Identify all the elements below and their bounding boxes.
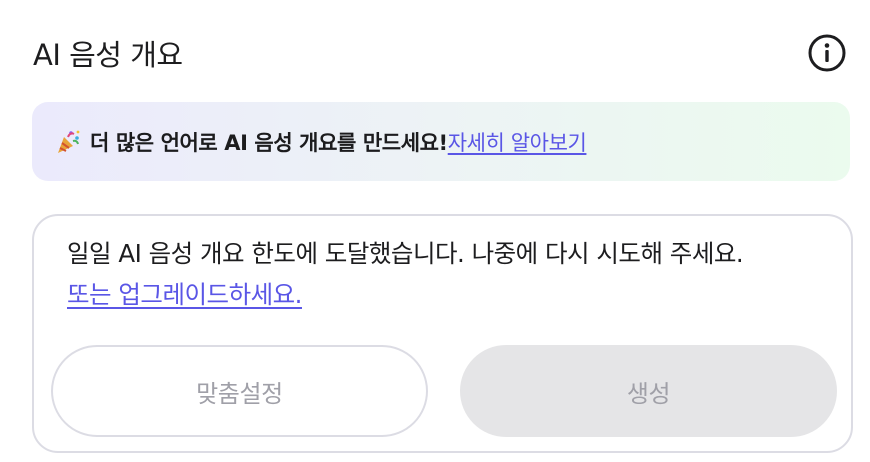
limit-message: 일일 AI 음성 개요 한도에 도달했습니다. 나중에 다시 시도해 주세요. xyxy=(67,239,744,268)
info-circle-icon xyxy=(808,34,846,72)
learn-more-link[interactable]: 자세히 알아보기 xyxy=(448,127,587,157)
party-popper-icon xyxy=(54,128,82,156)
customize-button[interactable]: 맞춤설정 xyxy=(51,345,428,437)
panel-header: AI 음성 개요 xyxy=(33,26,847,80)
limit-card: 일일 AI 음성 개요 한도에 도달했습니다. 나중에 다시 시도해 주세요. … xyxy=(32,214,853,453)
promo-banner: 더 많은 언어로 AI 음성 개요를 만드세요! 자세히 알아보기 xyxy=(32,102,850,181)
limit-message-block: 일일 AI 음성 개요 한도에 도달했습니다. 나중에 다시 시도해 주세요. … xyxy=(67,233,837,315)
banner-text: 더 많은 언어로 AI 음성 개요를 만드세요! xyxy=(90,130,448,155)
info-button[interactable] xyxy=(807,33,847,73)
generate-button[interactable]: 생성 xyxy=(460,345,837,437)
upgrade-link[interactable]: 또는 업그레이드하세요. xyxy=(67,280,302,309)
panel-title: AI 음성 개요 xyxy=(33,38,183,72)
ai-audio-overview-panel: AI 음성 개요 더 많은 언어로 AI 음성 개요를 만드세요! 자세히 알아… xyxy=(0,0,870,462)
